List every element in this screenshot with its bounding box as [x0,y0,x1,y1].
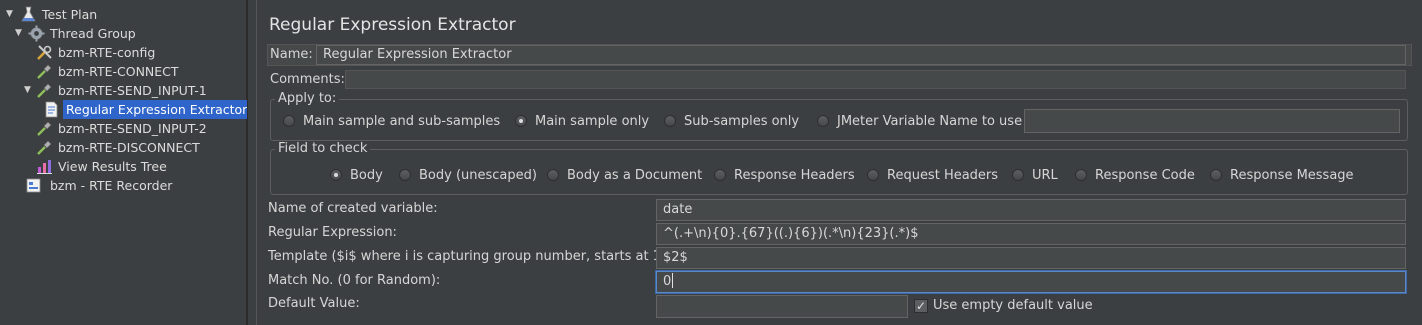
tree-item-label: bzm - RTE Recorder [50,178,173,193]
pipette-sampler-icon [37,83,52,98]
radio-label: Body as a Document [567,168,703,183]
pipette-sampler-icon [37,140,52,155]
test-plan-icon [21,6,36,22]
radio-label: Main sample and sub-samples [303,114,501,129]
radio-button-icon [867,169,879,181]
recorder-icon [26,178,41,193]
radio-button-icon [1075,169,1087,181]
tree-item-rte-disconnect[interactable]: bzm-RTE-DISCONNECT [0,138,240,157]
results-tree-icon [37,160,52,174]
tree-item-test-plan[interactable]: ▼ Test Plan [0,5,240,24]
regex-field[interactable]: ^(.+\n){0}.{67}((.){6})(.*\n){23}(.*)$ [656,223,1406,245]
tree-item-label: bzm-RTE-config [58,45,156,60]
radio-label: Response Code [1095,168,1195,183]
extractor-icon [45,101,58,118]
radio-label: Request Headers [887,168,999,183]
radio-label: Sub-samples only [684,114,800,129]
name-field[interactable]: Regular Expression Extractor [316,45,1406,65]
radio-label: Body [350,168,383,183]
extractor-panel: Regular Expression Extractor Name: Regul… [257,0,1422,325]
pipette-sampler-icon [37,64,52,79]
radio-label: JMeter Variable Name to use [837,114,1023,129]
radio-label: Response Message [1230,168,1354,183]
radio-main-only[interactable]: Main sample only [515,114,649,130]
radio-button-icon [817,115,829,127]
radio-response-message[interactable]: Response Message [1210,168,1354,184]
tree-item-label: Thread Group [50,26,136,41]
match-number-value: 0 [663,274,672,289]
radio-url[interactable]: URL [1012,168,1058,184]
radio-request-headers[interactable]: Request Headers [867,168,998,184]
default-value-field[interactable] [656,295,908,318]
radio-button-icon [664,115,676,127]
use-empty-default-label: Use empty default value [933,298,1093,313]
radio-button-icon [714,169,726,181]
tree-item-rte-connect[interactable]: bzm-RTE-CONNECT [0,62,240,81]
tree-item-rte-config[interactable]: bzm-RTE-config [0,43,240,62]
radio-label: Response Headers [734,168,855,183]
radio-button-icon [547,169,559,181]
tree-item-rte-recorder[interactable]: bzm - RTE Recorder [0,176,240,195]
radio-selected-icon [515,115,527,127]
variable-name-field[interactable]: date [656,199,1406,221]
radio-sub-only[interactable]: Sub-samples only [664,114,799,130]
radio-jmeter-variable[interactable]: JMeter Variable Name to use [817,114,1022,130]
name-label: Name: [270,47,313,62]
radio-button-icon [283,115,295,127]
radio-selected-icon [330,169,342,181]
radio-body-as-document[interactable]: Body as a Document [547,168,702,184]
tree-item-rte-send-input-1[interactable]: ▼ bzm-RTE-SEND_INPUT-1 [0,81,240,100]
variable-name-label: Name of created variable: [268,201,438,216]
template-label: Template ($i$ where i is capturing group… [268,249,671,264]
text-caret [672,273,674,288]
expand-toggle-icon[interactable]: ▼ [15,24,25,43]
radio-button-icon [1210,169,1222,181]
tree-item-view-results-tree[interactable]: View Results Tree [0,157,240,176]
panel-title: Regular Expression Extractor [269,15,516,35]
expand-toggle-icon[interactable]: ▼ [24,81,34,100]
regex-label: Regular Expression: [268,225,397,240]
radio-body-unescaped[interactable]: Body (unescaped) [399,168,537,184]
tree-item-label: Test Plan [42,7,98,22]
radio-response-headers[interactable]: Response Headers [714,168,855,184]
radio-label: Main sample only [535,114,650,129]
tree-item-label: bzm-RTE-DISCONNECT [58,140,200,155]
expand-toggle-icon[interactable]: ▼ [6,5,16,24]
use-empty-default-checkbox[interactable]: ✓ [914,299,928,313]
tree-item-label: bzm-RTE-SEND_INPUT-1 [58,83,207,98]
splitter-handle[interactable] [247,0,257,325]
config-wrench-icon [37,45,52,60]
jmeter-variable-input[interactable] [1024,109,1400,133]
comments-field[interactable] [345,70,1406,89]
comments-label: Comments: [270,72,345,87]
radio-label: URL [1032,168,1058,183]
radio-button-icon [399,169,411,181]
match-number-label: Match No. (0 for Random): [268,273,441,288]
radio-label: Body (unescaped) [419,168,537,183]
field-to-check-title: Field to check [275,141,371,156]
apply-to-title: Apply to: [275,91,340,106]
radio-main-and-sub[interactable]: Main sample and sub-samples [283,114,500,130]
test-plan-tree: ▼ Test Plan ▼ Thread Group bzm-RTE-confi… [0,0,251,325]
default-value-label: Default Value: [268,296,360,311]
tree-item-label: Regular Expression Extractor [63,100,251,119]
tree-item-rte-send-input-2[interactable]: bzm-RTE-SEND_INPUT-2 [0,119,240,138]
match-number-field[interactable]: 0 [656,271,1406,293]
gear-icon [28,25,45,42]
radio-response-code[interactable]: Response Code [1075,168,1195,184]
radio-body[interactable]: Body [330,168,383,184]
pipette-sampler-icon [37,121,52,136]
tree-item-regex-extractor[interactable]: Regular Expression Extractor [0,100,251,119]
tree-item-label: bzm-RTE-CONNECT [58,64,179,79]
radio-button-icon [1012,169,1024,181]
tree-item-thread-group[interactable]: ▼ Thread Group [0,24,240,43]
template-field[interactable]: $2$ [656,247,1406,269]
tree-item-label: View Results Tree [58,159,167,174]
tree-item-label: bzm-RTE-SEND_INPUT-2 [58,121,207,136]
